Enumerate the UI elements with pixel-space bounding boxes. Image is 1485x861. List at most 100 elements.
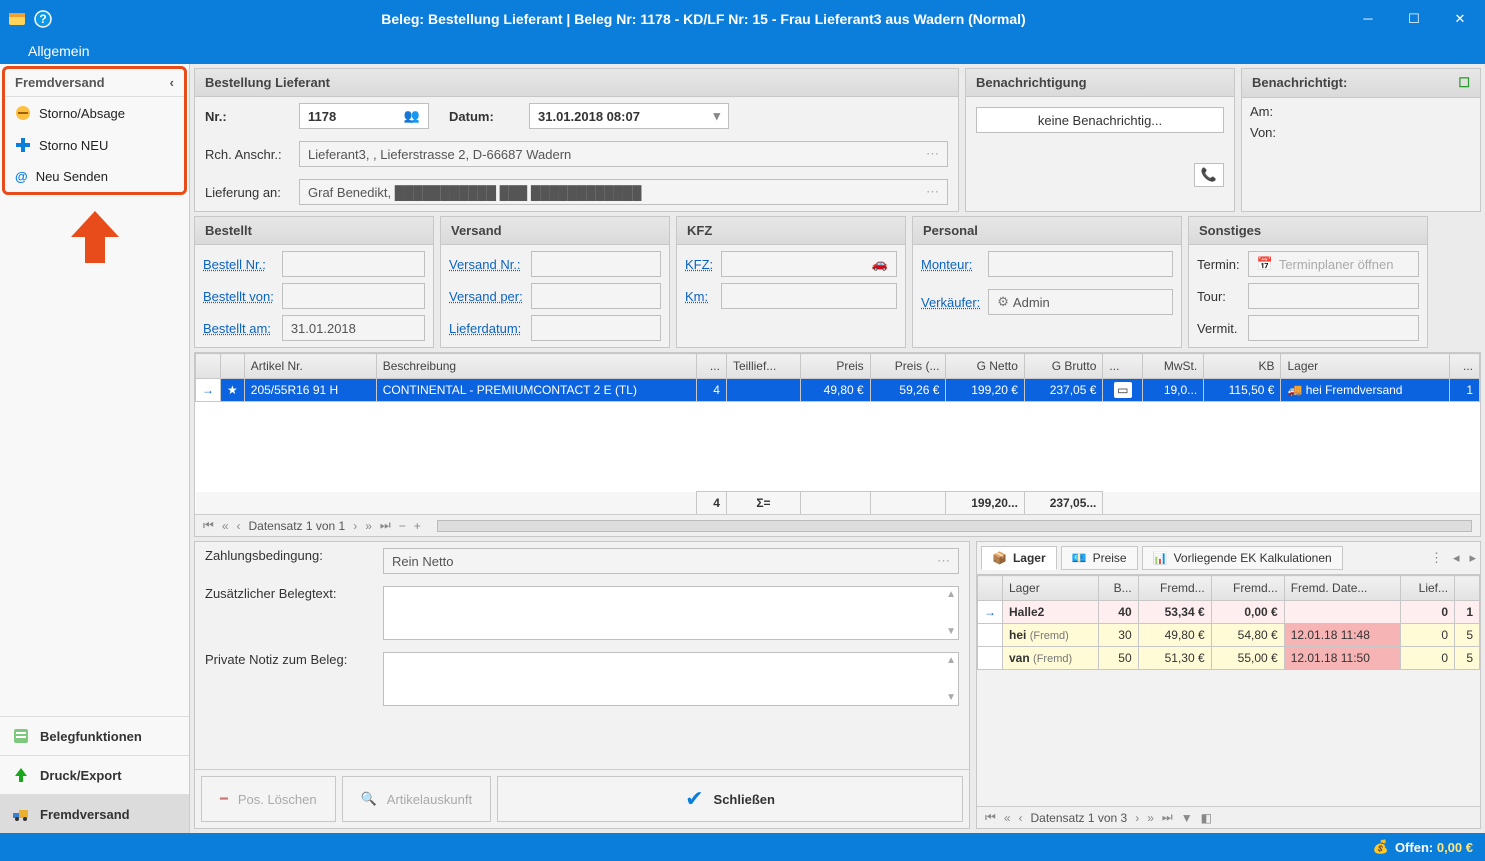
col-mwst[interactable]: MwSt. — [1143, 354, 1204, 379]
grid-row[interactable]: → ★ 205/55R16 91 H CONTINENTAL - PREMIUM… — [196, 379, 1480, 402]
more-icon[interactable]: ⋯ — [926, 146, 939, 162]
datum-field[interactable]: 31.01.2018 08:07▾ — [529, 103, 729, 129]
right-grid: Lager B... Fremd... Fremd... Fremd. Date… — [977, 575, 1480, 670]
rgrid-row[interactable]: hei (Fremd)3049,80 €54,80 €12.01.18 11:4… — [978, 624, 1480, 647]
rcol-lager[interactable]: Lager — [1003, 576, 1099, 601]
benachrichtigung-button[interactable]: keine Benachrichtig... — [976, 107, 1224, 133]
nav-prevpage[interactable]: « — [222, 519, 229, 533]
scroll-up-icon[interactable]: ▲ — [946, 655, 956, 666]
cell-mwst: 19,0... — [1143, 379, 1204, 402]
more-icon[interactable]: ⋯ — [937, 553, 950, 569]
sidebar-item-neu-senden[interactable]: @ Neu Senden — [5, 161, 184, 192]
phone-icon[interactable]: 📞 — [1194, 163, 1224, 187]
rcol-fd[interactable]: Fremd. Date... — [1284, 576, 1401, 601]
rcol-arrow[interactable] — [978, 576, 1003, 601]
nav-filter-icon[interactable]: ▼ — [1181, 811, 1193, 825]
nav-minus[interactable]: − — [399, 519, 406, 533]
col-star[interactable] — [221, 354, 245, 379]
bestell-nr-field[interactable] — [282, 251, 425, 277]
rcol-f1[interactable]: Fremd... — [1138, 576, 1211, 601]
btn-pos-loeschen[interactable]: ━ Pos. Löschen — [201, 776, 336, 822]
rgrid-row[interactable]: →Halle24053,34 €0,00 €01 — [978, 601, 1480, 624]
tab-ek[interactable]: 📊Vorliegende EK Kalkulationen — [1142, 546, 1343, 570]
sidebar-tab-belegfunktionen[interactable]: Belegfunktionen — [0, 716, 189, 755]
rcol-b[interactable]: B... — [1099, 576, 1138, 601]
rch-field[interactable]: Lieferant3, , Lieferstrasse 2, D-66687 W… — [299, 141, 948, 167]
tab-dropdown-icon[interactable]: ⋮ — [1430, 550, 1443, 566]
bestellt-am-field[interactable]: 31.01.2018 — [282, 315, 425, 341]
nav-last[interactable]: ⏭ — [380, 518, 391, 533]
close-button[interactable]: ✕ — [1447, 11, 1473, 27]
sidebar-header[interactable]: Fremdversand ‹ — [5, 69, 184, 97]
rgrid-row[interactable]: van (Fremd)5051,30 €55,00 €12.01.18 11:5… — [978, 647, 1480, 670]
nav-next[interactable]: › — [1135, 811, 1139, 825]
scroll-up-icon[interactable]: ▲ — [946, 589, 956, 600]
maximize-button[interactable]: ☐ — [1401, 11, 1427, 27]
sidebar-tab-fremdversand[interactable]: Fremdversand — [0, 794, 189, 833]
scrollbar[interactable] — [437, 520, 1472, 532]
nr-field[interactable]: 1178👥 — [299, 103, 429, 129]
nav-prev[interactable]: ‹ — [1019, 811, 1023, 825]
col-beschr[interactable]: Beschreibung — [376, 354, 696, 379]
col-arrow[interactable] — [196, 354, 221, 379]
nav-first[interactable]: ⏮ — [985, 810, 996, 825]
bestellt-von-field[interactable] — [282, 283, 425, 309]
col-gbrutto[interactable]: G Brutto — [1024, 354, 1102, 379]
nav-nextpage[interactable]: » — [1147, 811, 1154, 825]
nav-next[interactable]: › — [353, 519, 357, 533]
tour-field[interactable] — [1248, 283, 1419, 309]
tab-scroll-left[interactable]: ◂ — [1453, 550, 1460, 566]
nav-first[interactable]: ⏮ — [203, 518, 214, 533]
btn-artikelauskunft[interactable]: 🔍 Artikelauskunft — [342, 776, 491, 822]
rcol-lf[interactable]: Lief... — [1401, 576, 1455, 601]
nav-nextpage[interactable]: » — [365, 519, 372, 533]
nav-pin-icon[interactable]: ◧ — [1201, 811, 1212, 825]
pn-textarea[interactable]: ▲▼ — [383, 652, 959, 706]
checkbox-icon[interactable]: ☐ — [1458, 75, 1470, 91]
more-icon[interactable]: ⋯ — [926, 184, 939, 200]
zbt-textarea[interactable]: ▲▼ — [383, 586, 959, 640]
rcol-last[interactable] — [1455, 576, 1480, 601]
col-preis[interactable]: Preis — [800, 354, 870, 379]
nav-last[interactable]: ⏭ — [1162, 810, 1173, 825]
versand-nr-field[interactable] — [531, 251, 661, 277]
tab-allgemein[interactable]: Allgemein — [18, 40, 99, 62]
rcol-f2[interactable]: Fremd... — [1211, 576, 1284, 601]
col-lager[interactable]: Lager — [1281, 354, 1449, 379]
sidebar-item-storno-neu[interactable]: Storno NEU — [5, 129, 184, 161]
col-preis2[interactable]: Preis (... — [870, 354, 946, 379]
zb-field[interactable]: Rein Netto⋯ — [383, 548, 959, 574]
kfz-field[interactable]: 🚗 — [721, 251, 897, 277]
monteur-field[interactable] — [988, 251, 1173, 277]
scroll-down-icon[interactable]: ▼ — [946, 626, 956, 637]
tab-scroll-right[interactable]: ▸ — [1469, 550, 1476, 566]
nav-prevpage[interactable]: « — [1004, 811, 1011, 825]
tab-preise[interactable]: 💶Preise — [1061, 546, 1138, 570]
verkaeufer-field[interactable]: ⚙Admin — [988, 289, 1173, 315]
btn-schliessen[interactable]: ✔ Schließen — [497, 776, 963, 822]
panel-sonstiges: Sonstiges Termin: 📅Terminplaner öffnen T… — [1188, 216, 1428, 348]
col-gnetto[interactable]: G Netto — [946, 354, 1024, 379]
lieferdatum-field[interactable] — [531, 315, 661, 341]
nav-prev[interactable]: ‹ — [237, 519, 241, 533]
panel-versand: Versand Versand Nr.: Versand per: Liefer… — [440, 216, 670, 348]
termin-field[interactable]: 📅Terminplaner öffnen — [1248, 251, 1419, 277]
col-teillief[interactable]: Teillief... — [726, 354, 800, 379]
col-menge[interactable]: ... — [696, 354, 726, 379]
nav-plus[interactable]: + — [414, 519, 421, 533]
versand-per-field[interactable] — [531, 283, 661, 309]
lieferung-field[interactable]: Graf Benedikt, ███████████ ███ █████████… — [299, 179, 948, 205]
sidebar-tab-druck-export[interactable]: Druck/Export — [0, 755, 189, 794]
col-kb[interactable]: KB — [1204, 354, 1281, 379]
col-last[interactable]: ... — [1449, 354, 1479, 379]
col-artikel[interactable]: Artikel Nr. — [244, 354, 376, 379]
help-icon[interactable]: ? — [34, 10, 52, 28]
minimize-button[interactable]: ─ — [1355, 11, 1381, 27]
sidebar-item-storno-absage[interactable]: Storno/Absage — [5, 97, 184, 129]
tab-lager[interactable]: 📦Lager — [981, 546, 1057, 570]
vermit-field[interactable] — [1248, 315, 1419, 341]
scroll-down-icon[interactable]: ▼ — [946, 692, 956, 703]
km-field[interactable] — [721, 283, 897, 309]
check-icon: ✔ — [685, 786, 703, 812]
col-ico[interactable]: ... — [1103, 354, 1143, 379]
